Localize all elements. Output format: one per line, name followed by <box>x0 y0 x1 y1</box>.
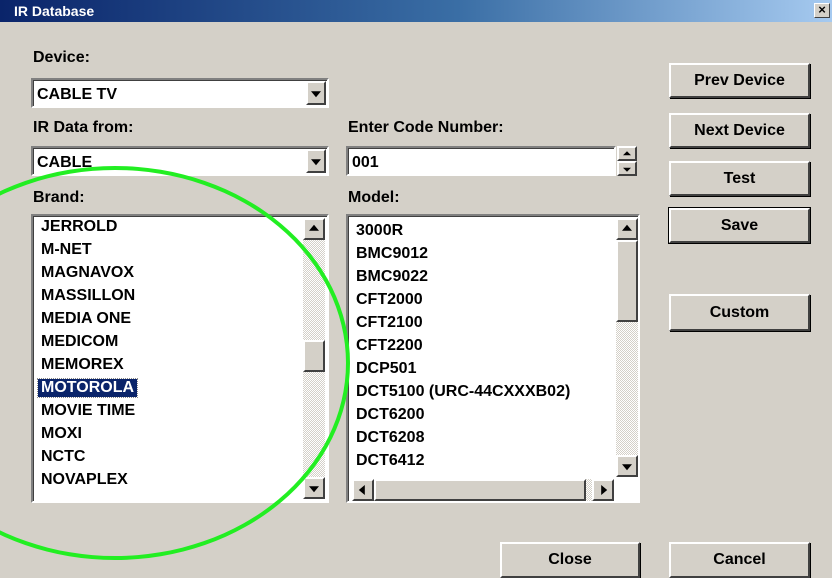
title-bar[interactable]: IR Database × <box>0 0 832 22</box>
spin-up-icon <box>623 150 631 155</box>
chevron-down-icon <box>311 91 321 98</box>
brand-item[interactable]: MAGNAVOX <box>41 264 134 282</box>
ir-database-window: IR Database × Device: CABLE TV IR Data f… <box>0 0 832 578</box>
arrow-down-icon <box>309 486 319 493</box>
test-button[interactable]: Test <box>669 161 810 196</box>
brand-scroll-thumb[interactable] <box>303 340 325 372</box>
brand-list: JERROLD M-NET MAGNAVOX MASSILLON MEDIA O… <box>37 218 301 499</box>
model-horizontal-scrollbar[interactable] <box>352 479 614 501</box>
code-spin-down-button[interactable] <box>617 161 637 176</box>
code-spin-up-button[interactable] <box>617 146 637 161</box>
brand-item[interactable]: MOXI <box>41 425 82 443</box>
brand-item[interactable]: NCTC <box>41 448 85 466</box>
model-vscroll-thumb[interactable] <box>616 240 638 322</box>
model-hscroll-thumb[interactable] <box>374 479 586 501</box>
arrow-left-icon <box>358 485 365 495</box>
close-button[interactable]: Close <box>500 542 640 578</box>
next-device-button[interactable]: Next Device <box>669 113 810 148</box>
brand-item[interactable]: MASSILLON <box>41 287 135 305</box>
model-item[interactable]: CFT2100 <box>356 314 423 332</box>
model-item[interactable]: CFT2200 <box>356 337 423 355</box>
brand-item[interactable]: MEMOREX <box>41 356 124 374</box>
arrow-up-icon <box>309 224 319 231</box>
brand-item[interactable]: MEDIA ONE <box>41 310 131 328</box>
brand-item[interactable]: JERROLD <box>41 218 117 236</box>
brand-scrollbar[interactable] <box>303 218 325 499</box>
brand-item-selected[interactable]: MOTOROLA <box>37 378 139 398</box>
model-item[interactable]: DCT6200 <box>356 406 424 424</box>
model-item[interactable]: CFT2000 <box>356 291 423 309</box>
model-scroll-right-button[interactable] <box>592 479 614 501</box>
code-number-value: 001 <box>352 154 379 171</box>
model-vertical-scrollbar[interactable] <box>616 218 638 477</box>
model-item[interactable]: DCT6412 <box>356 452 424 470</box>
model-item[interactable]: BMC9022 <box>356 268 428 286</box>
brand-label: Brand: <box>33 189 85 206</box>
chevron-down-icon <box>311 159 321 166</box>
arrow-down-icon <box>622 464 632 471</box>
cancel-button[interactable]: Cancel <box>669 542 810 578</box>
model-scroll-left-button[interactable] <box>352 479 374 501</box>
device-dropdown-button[interactable] <box>306 81 326 105</box>
model-item[interactable]: DCT6208 <box>356 429 424 447</box>
brand-listbox[interactable]: JERROLD M-NET MAGNAVOX MASSILLON MEDIA O… <box>31 214 329 503</box>
ir-data-dropdown-button[interactable] <box>306 149 326 173</box>
model-list: 3000R BMC9012 BMC9022 CFT2000 CFT2100 CF… <box>352 218 614 477</box>
model-item[interactable]: 3000R <box>356 222 403 240</box>
code-label: Enter Code Number: <box>348 119 504 136</box>
custom-button[interactable]: Custom <box>669 294 810 331</box>
device-combobox[interactable]: CABLE TV <box>31 78 329 108</box>
device-label: Device: <box>33 49 90 66</box>
window-title: IR Database <box>14 3 95 19</box>
save-button[interactable]: Save <box>668 207 811 244</box>
brand-item[interactable]: NOVAPLEX <box>41 471 128 489</box>
brand-item[interactable]: M-NET <box>41 241 92 259</box>
model-label: Model: <box>348 189 400 206</box>
ir-data-label: IR Data from: <box>33 119 134 136</box>
model-scroll-up-button[interactable] <box>616 218 638 240</box>
model-item[interactable]: DCT5100 (URC-44CXXXB02) <box>356 383 570 401</box>
model-scroll-down-button[interactable] <box>616 455 638 477</box>
code-number-input[interactable]: 001 <box>346 146 616 176</box>
model-listbox[interactable]: 3000R BMC9012 BMC9022 CFT2000 CFT2100 CF… <box>346 214 640 503</box>
brand-item[interactable]: MEDICOM <box>41 333 118 351</box>
brand-scroll-up-button[interactable] <box>303 218 325 240</box>
ir-data-combobox[interactable]: CABLE <box>31 146 329 176</box>
model-item[interactable]: DCP501 <box>356 360 416 378</box>
ir-data-value: CABLE <box>37 154 93 171</box>
brand-scroll-down-button[interactable] <box>303 477 325 499</box>
arrow-right-icon <box>601 485 608 495</box>
model-item[interactable]: BMC9012 <box>356 245 428 263</box>
arrow-up-icon <box>622 224 632 231</box>
device-value: CABLE TV <box>37 86 117 103</box>
close-icon[interactable]: × <box>814 3 830 18</box>
spin-down-icon <box>623 167 631 172</box>
brand-item[interactable]: MOVIE TIME <box>41 402 135 420</box>
prev-device-button[interactable]: Prev Device <box>669 63 810 98</box>
